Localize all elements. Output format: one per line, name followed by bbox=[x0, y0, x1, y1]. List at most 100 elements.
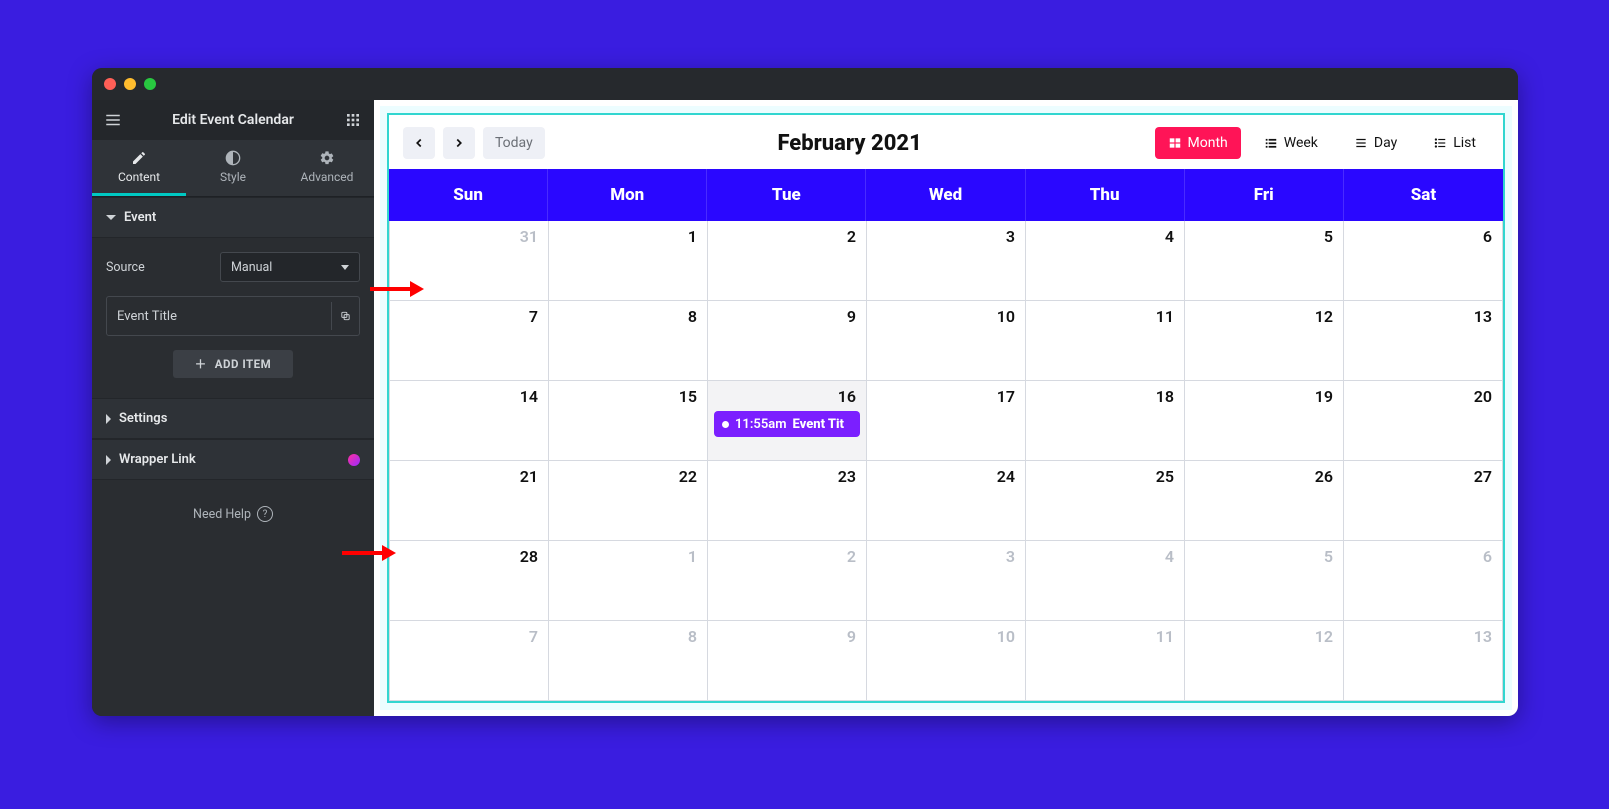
tab-content-label: Content bbox=[118, 170, 160, 184]
calendar-day-cell[interactable]: 10 bbox=[867, 301, 1026, 381]
calendar-day-cell[interactable]: 11 bbox=[1026, 301, 1185, 381]
calendar-day-cell[interactable]: 13 bbox=[1344, 301, 1503, 381]
calendar-day-cell[interactable]: 13 bbox=[1344, 621, 1503, 701]
widget-outline: Today February 2021 Month Week bbox=[380, 106, 1512, 710]
calendar-day-cell[interactable]: 23 bbox=[708, 461, 867, 541]
day-number: 5 bbox=[1324, 227, 1333, 246]
calendar-day-cell[interactable]: 15 bbox=[549, 381, 708, 461]
event-calendar-widget: Today February 2021 Month Week bbox=[387, 113, 1505, 703]
calendar-day-cell[interactable]: 4 bbox=[1026, 541, 1185, 621]
calendar-day-cell[interactable]: 9 bbox=[708, 301, 867, 381]
tab-style[interactable]: Style bbox=[186, 140, 280, 196]
view-month-button[interactable]: Month bbox=[1155, 127, 1241, 159]
calendar-day-cell[interactable]: 4 bbox=[1026, 221, 1185, 301]
next-button[interactable] bbox=[443, 127, 475, 159]
event-repeater-item[interactable]: Event Title bbox=[106, 296, 360, 336]
calendar-day-cell[interactable]: 1611:55amEvent Tit bbox=[708, 381, 867, 461]
section-settings-header[interactable]: Settings bbox=[92, 398, 374, 439]
day-number: 8 bbox=[688, 627, 697, 646]
calendar-day-cell[interactable]: 21 bbox=[390, 461, 549, 541]
tab-content[interactable]: Content bbox=[92, 140, 186, 196]
traffic-minimize-icon[interactable] bbox=[124, 78, 136, 90]
day-number: 8 bbox=[688, 307, 697, 326]
calendar-day-cell[interactable]: 18 bbox=[1026, 381, 1185, 461]
calendar-day-cell[interactable]: 10 bbox=[867, 621, 1026, 701]
calendar-day-cell[interactable]: 12 bbox=[1185, 301, 1344, 381]
view-week-button[interactable]: Week bbox=[1251, 127, 1331, 159]
widgets-grid-icon[interactable] bbox=[342, 109, 364, 131]
event-title: Event Tit bbox=[793, 417, 844, 432]
view-list-button[interactable]: List bbox=[1420, 127, 1489, 159]
add-item-label: ADD ITEM bbox=[215, 357, 271, 371]
view-day-button[interactable]: Day bbox=[1341, 127, 1410, 159]
calendar-day-cell[interactable]: 9 bbox=[708, 621, 867, 701]
day-number: 17 bbox=[997, 387, 1015, 406]
prev-button[interactable] bbox=[403, 127, 435, 159]
calendar-day-cell[interactable]: 2 bbox=[708, 541, 867, 621]
traffic-close-icon[interactable] bbox=[104, 78, 116, 90]
duplicate-icon[interactable] bbox=[331, 302, 359, 330]
section-wrapper-link-header[interactable]: Wrapper Link bbox=[92, 439, 374, 480]
calendar-day-cell[interactable]: 3 bbox=[867, 221, 1026, 301]
day-number: 11 bbox=[1156, 307, 1174, 326]
view-week-label: Week bbox=[1284, 135, 1318, 151]
calendar-day-cell[interactable]: 7 bbox=[390, 621, 549, 701]
calendar-day-cell[interactable]: 1 bbox=[549, 541, 708, 621]
calendar-day-cell[interactable]: 19 bbox=[1185, 381, 1344, 461]
menu-icon[interactable] bbox=[102, 109, 124, 131]
day-number: 28 bbox=[520, 547, 538, 566]
day-header: Tue bbox=[707, 169, 866, 221]
day-number: 20 bbox=[1474, 387, 1492, 406]
day-header: Mon bbox=[548, 169, 707, 221]
calendar-day-cell[interactable]: 11 bbox=[1026, 621, 1185, 701]
calendar-day-cell[interactable]: 5 bbox=[1185, 221, 1344, 301]
day-number: 10 bbox=[997, 627, 1015, 646]
add-item-button[interactable]: ＋ ADD ITEM bbox=[173, 350, 293, 378]
calendar-event[interactable]: 11:55am Event Tit bbox=[714, 411, 860, 437]
tab-style-label: Style bbox=[220, 170, 246, 184]
day-number: 18 bbox=[1156, 387, 1174, 406]
calendar-day-cell[interactable]: 8 bbox=[549, 301, 708, 381]
day-number: 21 bbox=[520, 467, 538, 486]
source-select[interactable]: Manual bbox=[220, 252, 360, 282]
sidebar-title: Edit Event Calendar bbox=[172, 112, 294, 128]
tab-advanced[interactable]: Advanced bbox=[280, 140, 374, 196]
calendar-day-cell[interactable]: 6 bbox=[1344, 221, 1503, 301]
section-event-header[interactable]: Event bbox=[92, 197, 374, 238]
today-button[interactable]: Today bbox=[483, 127, 545, 159]
day-number: 2 bbox=[847, 547, 856, 566]
calendar-day-cell[interactable]: 2 bbox=[708, 221, 867, 301]
calendar-day-cell[interactable]: 26 bbox=[1185, 461, 1344, 541]
calendar-day-cell[interactable]: 14 bbox=[390, 381, 549, 461]
sidebar-topbar: Edit Event Calendar bbox=[92, 100, 374, 140]
calendar-day-cell[interactable]: 20 bbox=[1344, 381, 1503, 461]
day-number: 6 bbox=[1483, 227, 1492, 246]
day-number: 15 bbox=[679, 387, 697, 406]
need-help[interactable]: Need Help ? bbox=[92, 480, 374, 532]
calendar-day-cell[interactable]: 27 bbox=[1344, 461, 1503, 541]
calendar-day-cell[interactable]: 17 bbox=[867, 381, 1026, 461]
calendar-day-cell[interactable]: 24 bbox=[867, 461, 1026, 541]
event-time: 11:55am bbox=[735, 417, 787, 432]
calendar-week: 31123456 bbox=[390, 221, 1503, 301]
calendar-day-cell[interactable]: 25 bbox=[1026, 461, 1185, 541]
calendar-day-cell[interactable]: 3 bbox=[867, 541, 1026, 621]
day-number: 1 bbox=[688, 547, 697, 566]
traffic-zoom-icon[interactable] bbox=[144, 78, 156, 90]
calendar-day-cell[interactable]: 12 bbox=[1185, 621, 1344, 701]
calendar-day-cell[interactable]: 28 bbox=[390, 541, 549, 621]
wrapper-link-badge-icon bbox=[348, 454, 360, 466]
calendar-day-cell[interactable]: 7 bbox=[390, 301, 549, 381]
calendar-day-cell[interactable]: 1 bbox=[549, 221, 708, 301]
calendar-day-cell[interactable]: 6 bbox=[1344, 541, 1503, 621]
day-number: 19 bbox=[1315, 387, 1333, 406]
calendar-day-cell[interactable]: 8 bbox=[549, 621, 708, 701]
day-number: 12 bbox=[1315, 627, 1333, 646]
view-list-label: List bbox=[1453, 135, 1476, 151]
calendar-day-cell[interactable]: 5 bbox=[1185, 541, 1344, 621]
day-number: 5 bbox=[1324, 547, 1333, 566]
calendar-day-cell[interactable]: 22 bbox=[549, 461, 708, 541]
caret-down-icon bbox=[106, 215, 116, 220]
caret-right-icon bbox=[106, 414, 111, 424]
today-label: Today bbox=[495, 135, 533, 151]
